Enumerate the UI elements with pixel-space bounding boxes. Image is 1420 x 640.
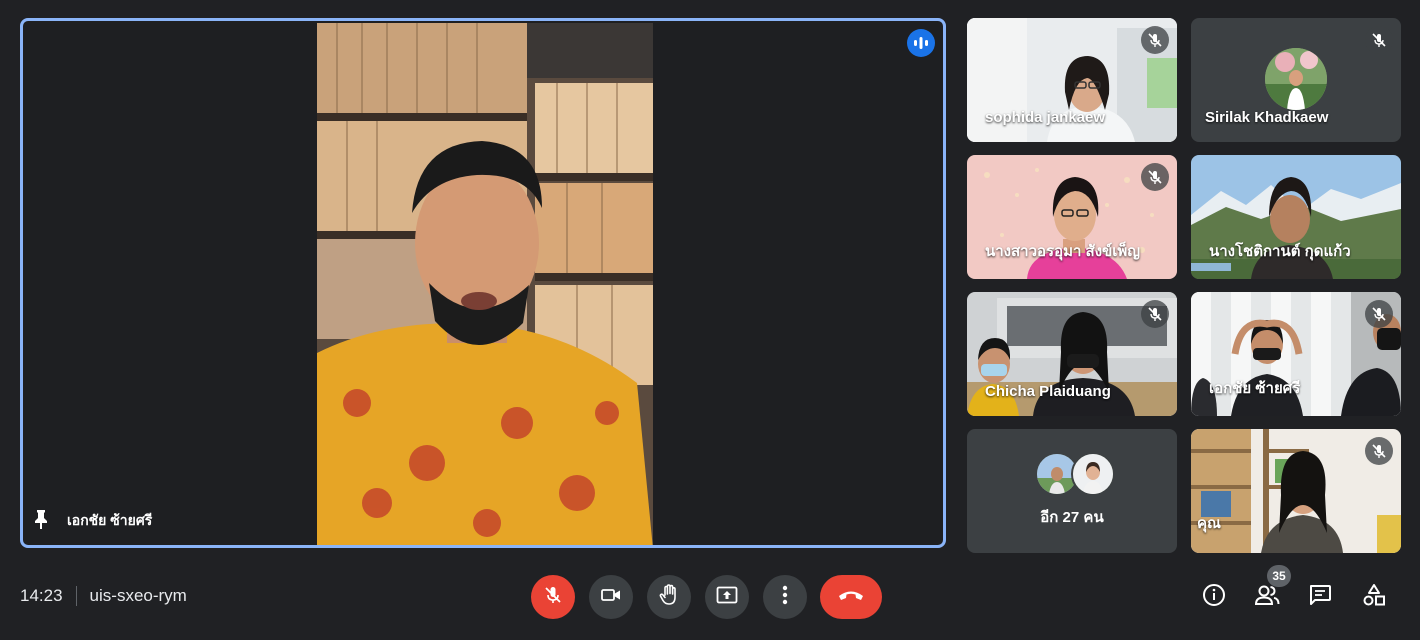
muted-mic-icon xyxy=(1141,26,1169,54)
participant-name: Chicha Plaiduang xyxy=(985,383,1111,400)
participant-tile-chotikan[interactable]: นางโชติกานต์ กุดแก้ว xyxy=(1191,155,1401,279)
participant-name: นางสาวอรอุมา สังข์เพ็ญ xyxy=(985,243,1141,260)
participant-tile-chicha[interactable]: Chicha Plaiduang xyxy=(967,292,1177,416)
present-icon xyxy=(716,586,738,609)
participant-tile-oraumar[interactable]: นางสาวอรอุมา สังข์เพ็ญ xyxy=(967,155,1177,279)
chat-button[interactable] xyxy=(1305,582,1335,612)
hand-icon xyxy=(659,583,679,611)
main-speaker-video xyxy=(317,23,653,545)
people-icon xyxy=(1254,584,1280,611)
people-count-badge: 35 xyxy=(1267,565,1291,587)
avatar xyxy=(1071,452,1115,496)
participant-name: เอกชัย ซ้ายศรี xyxy=(1209,380,1301,397)
meeting-time: 14:23 xyxy=(20,586,63,605)
participant-name: นางโชติกานต์ กุดแก้ว xyxy=(1209,243,1351,260)
participant-tile-sirilak[interactable]: Sirilak Khadkaew xyxy=(1191,18,1401,142)
mic-off-icon xyxy=(543,585,563,610)
participant-tile-self[interactable]: คุณ xyxy=(1191,429,1401,553)
avatar xyxy=(1265,48,1327,110)
participant-name: Sirilak Khadkaew xyxy=(1205,109,1329,126)
main-speaker-name: เอกชัย ซ้ายศรี xyxy=(67,511,153,528)
meet-window: เอกชัย ซ้ายศรี sophida jankaew Sirilak K… xyxy=(0,0,1420,640)
participant-name: คุณ xyxy=(1197,515,1221,532)
pin-icon[interactable] xyxy=(31,508,51,533)
meeting-details: 14:23 uis-sxeo-rym xyxy=(20,586,187,606)
more-options-button[interactable] xyxy=(763,575,807,619)
more-participants-label: อีก 27 คน xyxy=(1040,509,1104,526)
raise-hand-button[interactable] xyxy=(647,575,691,619)
camera-icon xyxy=(600,587,622,608)
mic-toggle-button[interactable] xyxy=(531,575,575,619)
main-speaker-tile[interactable]: เอกชัย ซ้ายศรี xyxy=(20,18,946,548)
present-screen-button[interactable] xyxy=(705,575,749,619)
muted-mic-icon xyxy=(1365,300,1393,328)
main-speaker-label: เอกชัย ซ้ายศรี xyxy=(31,508,152,533)
leave-call-button[interactable] xyxy=(820,575,882,619)
chat-icon xyxy=(1308,584,1332,611)
participant-tile-sophida[interactable]: sophida jankaew xyxy=(967,18,1177,142)
participant-tile-others[interactable]: อีก 27 คน xyxy=(967,429,1177,553)
activities-icon xyxy=(1362,583,1386,612)
speaking-indicator-icon xyxy=(907,29,935,57)
participant-name: sophida jankaew xyxy=(985,109,1106,126)
muted-mic-icon xyxy=(1141,300,1169,328)
muted-mic-icon xyxy=(1141,163,1169,191)
more-vert-icon xyxy=(782,585,788,610)
participant-tile-ekachai[interactable]: เอกชัย ซ้ายศรี xyxy=(1191,292,1401,416)
muted-mic-icon xyxy=(1365,26,1393,54)
muted-mic-icon xyxy=(1365,437,1393,465)
activities-button[interactable] xyxy=(1359,582,1389,612)
meeting-details-button[interactable] xyxy=(1199,582,1229,612)
hang-up-icon xyxy=(837,588,865,607)
bottom-toolbar: 14:23 uis-sxeo-rym 35 xyxy=(0,560,1420,640)
meeting-code[interactable]: uis-sxeo-rym xyxy=(90,586,187,606)
camera-toggle-button[interactable] xyxy=(589,575,633,619)
divider xyxy=(75,586,77,606)
info-icon xyxy=(1202,583,1226,612)
